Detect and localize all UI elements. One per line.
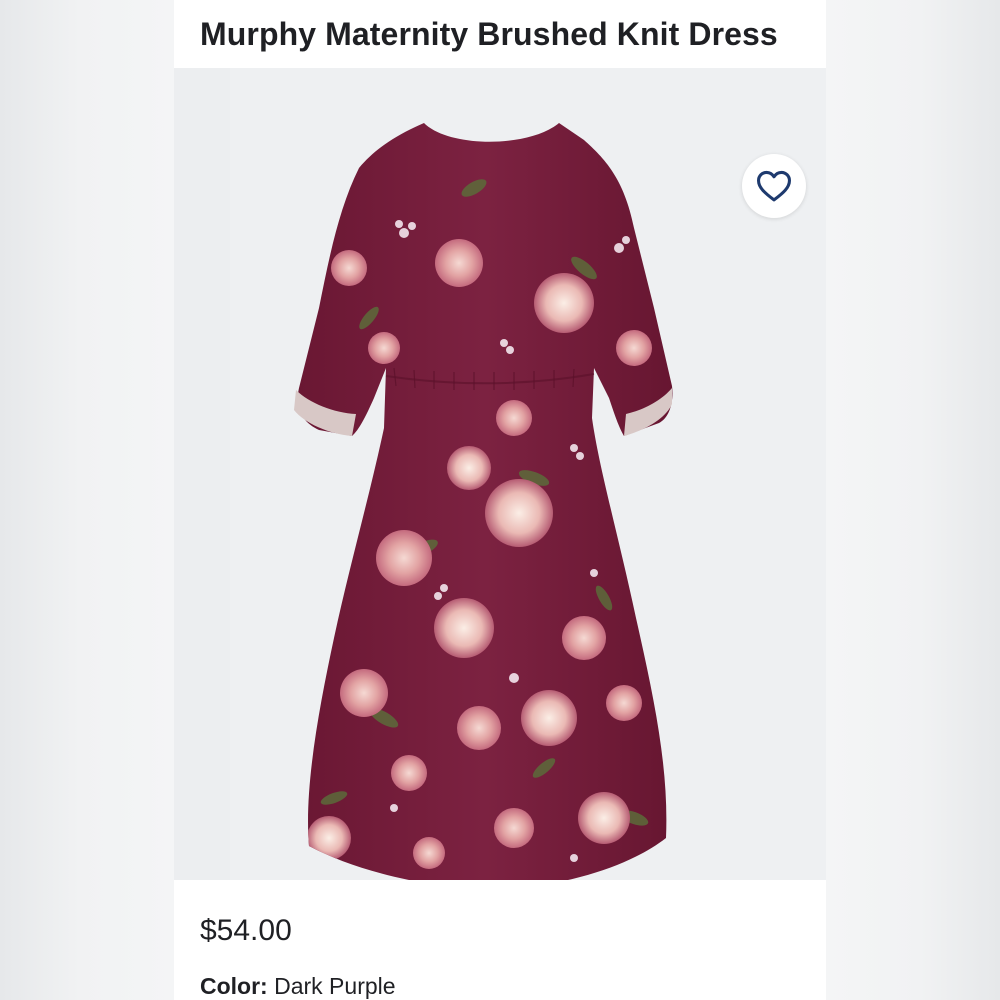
product-card: Murphy Maternity Brushed Knit Dress $54.… <box>174 0 826 1000</box>
title-bar: Murphy Maternity Brushed Knit Dress <box>174 0 826 68</box>
color-value: Dark Purple <box>274 973 396 999</box>
color-label: Color: <box>200 973 268 999</box>
dress-image <box>294 123 673 890</box>
product-info: $54.00 Color: Dark Purple <box>174 880 826 1000</box>
favorite-button[interactable] <box>742 154 806 218</box>
product-price: $54.00 <box>200 914 292 947</box>
product-title: Murphy Maternity Brushed Knit Dress <box>200 16 778 52</box>
color-row: Color: Dark Purple <box>200 972 396 1000</box>
product-image-gallery[interactable] <box>174 68 826 929</box>
heart-outline-icon <box>757 170 791 202</box>
